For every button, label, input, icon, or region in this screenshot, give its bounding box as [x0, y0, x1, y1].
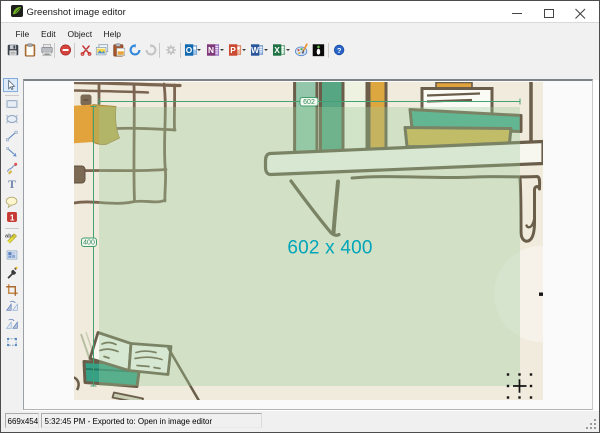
svg-text:O: O	[186, 45, 193, 55]
svg-text:400: 400	[83, 240, 95, 247]
svg-text:X: X	[274, 45, 280, 55]
svg-text:T: T	[8, 179, 16, 191]
svg-text:602 x 400: 602 x 400	[287, 238, 372, 259]
svg-text:P: P	[230, 45, 236, 55]
svg-text:N: N	[208, 45, 214, 55]
svg-text:602: 602	[303, 99, 315, 106]
svg-text:W: W	[251, 45, 259, 55]
svg-text:?: ?	[337, 46, 342, 55]
svg-text:1: 1	[10, 213, 15, 222]
